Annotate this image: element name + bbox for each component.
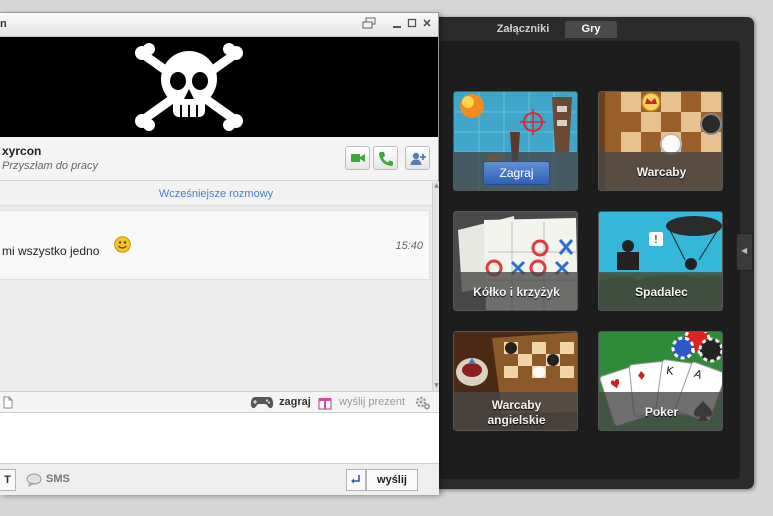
message-scrollbar[interactable]: ▲ ▼ [432,182,439,392]
svg-text:!: ! [654,233,658,246]
enter-arrow-icon [351,475,360,484]
earlier-conversations-link[interactable]: Wcześniejsze rozmowy [0,182,432,206]
message-history[interactable]: Wcześniejsze rozmowy mi wszystko jedno 1… [0,182,432,391]
panel-collapse-handle[interactable]: ◀ [736,233,753,271]
add-user-button[interactable] [405,146,430,170]
add-user-icon [410,152,426,165]
send-gift-link[interactable]: wyślij prezent [339,396,405,408]
contact-banner [0,37,438,137]
restore-windows-icon[interactable] [362,17,376,31]
game-tile-battleship[interactable]: Zagraj [453,91,578,191]
enter-send-toggle[interactable] [346,469,366,491]
file-icon[interactable] [3,396,13,409]
contact-name[interactable]: xyrcon [2,144,41,158]
game-tile-poker[interactable]: ♥ ♦ K A Poker [598,331,723,431]
sms-label[interactable]: SMS [46,473,70,485]
text-format-button[interactable]: T [0,469,16,491]
arrow-left-icon: ◀ [741,246,748,255]
settings-gear-icon[interactable] [415,396,431,410]
send-bar: T SMS wyślij [0,463,439,495]
game-label-tic-tac-toe: Kółko i krzyżyk [473,285,560,299]
window-title: n [0,18,7,30]
panel-tabs: Załączniki Gry [425,17,754,41]
games-grid: Zagraj Warcaby Kółko i krzyżyk ! Spadale… [439,41,740,479]
camera-icon [351,154,365,162]
message-row: mi wszystko jedno 15:40 [0,210,430,280]
skull-crossbones-icon [135,43,243,131]
sms-bubble-icon[interactable] [26,473,42,487]
message-toolbar: zagraj wyślij prezent [0,391,439,413]
play-button[interactable]: Zagraj [483,161,550,185]
game-label-spadalec: Spadalec [635,285,688,299]
game-tile-spadalec[interactable]: ! Spadalec [598,211,723,311]
game-tile-checkers[interactable]: Warcaby [598,91,723,191]
gamepad-icon[interactable] [250,395,274,410]
maximize-icon[interactable] [405,17,419,31]
chat-window: n xyrcon Przyszłam do pracy Wcześniejsze… [0,12,439,495]
message-input[interactable] [0,413,439,463]
game-tile-english-checkers[interactable]: Warcaby angielskie [453,331,578,431]
side-panel: Załączniki Gry Zagraj Warcaby Kółko i kr… [425,17,754,489]
tab-attachments[interactable]: Załączniki [491,21,555,38]
game-tile-tic-tac-toe[interactable]: Kółko i krzyżyk [453,211,578,311]
svg-text:♦: ♦ [635,368,647,383]
spade-icon [694,401,712,421]
chat-titlebar[interactable]: n [0,13,438,37]
game-label-english-checkers: Warcaby [491,398,542,412]
scroll-down-icon[interactable]: ▼ [433,382,440,390]
message-text: mi wszystko jedno [2,244,100,258]
send-button[interactable]: wyślij [366,469,418,491]
smiley-emoticon-icon [114,236,131,253]
game-label-checkers: Warcaby [636,165,687,179]
close-icon[interactable] [420,17,434,31]
scroll-up-icon[interactable]: ▲ [433,182,440,190]
tab-games[interactable]: Gry [565,21,617,38]
video-call-button[interactable] [345,146,370,170]
contact-header: xyrcon Przyszłam do pracy [0,137,438,181]
game-label-english-checkers-line2: angielskie [487,413,546,427]
phone-icon [379,152,393,166]
voice-call-button[interactable] [373,146,398,170]
play-game-link[interactable]: zagraj [279,396,311,408]
message-time: 15:40 [395,240,423,252]
minimize-icon[interactable] [390,17,404,31]
contact-status: Przyszłam do pracy [2,160,98,172]
gift-icon[interactable] [318,395,332,410]
